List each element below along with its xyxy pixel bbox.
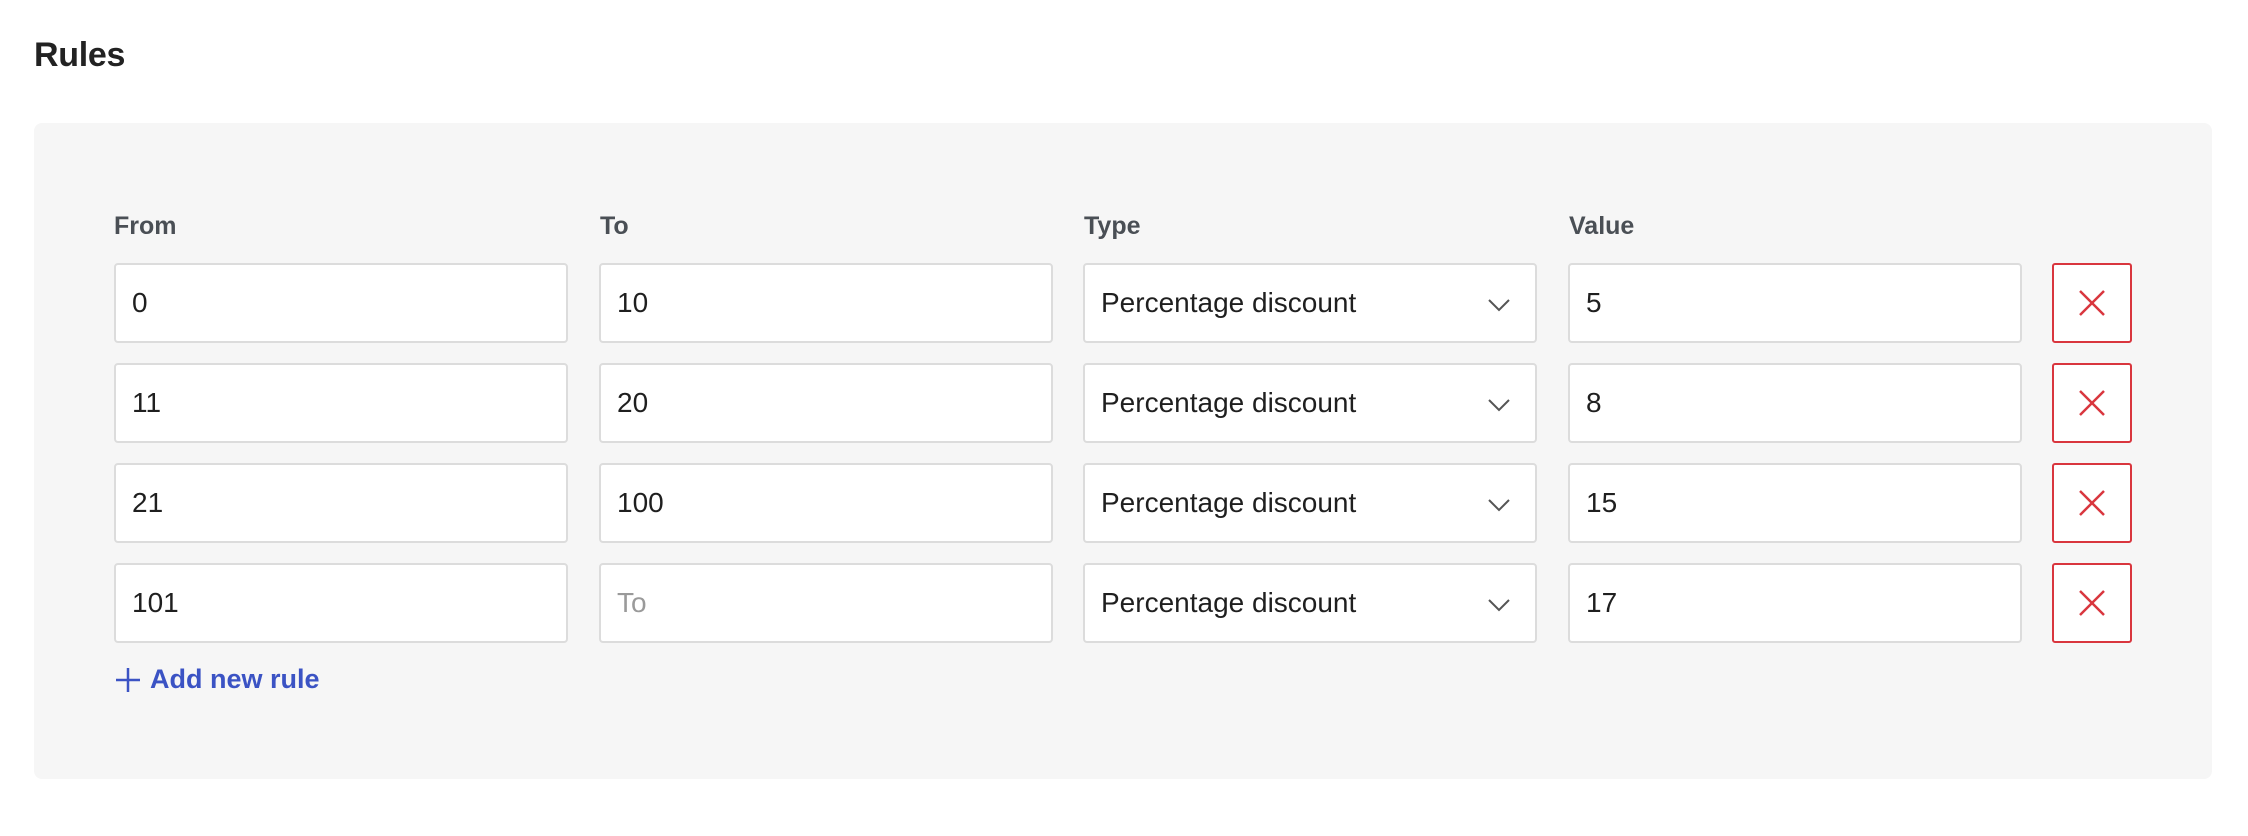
rule-type-selected: Percentage discount bbox=[1101, 287, 1357, 318]
rule-to-input[interactable] bbox=[599, 463, 1053, 543]
rule-type-select[interactable]: Percentage discount bbox=[1083, 363, 1537, 443]
header-from: From bbox=[114, 212, 177, 240]
remove-rule-button[interactable] bbox=[2052, 463, 2132, 543]
add-new-rule-label: Add new rule bbox=[150, 664, 320, 694]
rule-type-select[interactable]: Percentage discount bbox=[1083, 463, 1537, 543]
rule-from-input[interactable] bbox=[114, 263, 568, 343]
plus-icon bbox=[116, 667, 140, 692]
remove-rule-button[interactable] bbox=[2052, 263, 2132, 343]
rule-type-select[interactable]: Percentage discount bbox=[1083, 563, 1537, 643]
header-value: Value bbox=[1569, 212, 1635, 240]
rule-value-input[interactable] bbox=[1568, 463, 2022, 543]
add-new-rule-button[interactable]: Add new rule bbox=[114, 664, 320, 695]
rule-from-input[interactable] bbox=[114, 363, 568, 443]
rule-type-selected: Percentage discount bbox=[1101, 587, 1357, 618]
chevron-down-icon bbox=[1488, 399, 1510, 412]
rule-from-input[interactable] bbox=[114, 463, 568, 543]
rule-type-selected: Percentage discount bbox=[1101, 487, 1357, 518]
chevron-down-icon bbox=[1488, 299, 1510, 312]
rule-value-input[interactable] bbox=[1568, 363, 2022, 443]
rule-to-input[interactable] bbox=[599, 363, 1053, 443]
header-to: To bbox=[600, 212, 629, 240]
chevron-down-icon bbox=[1488, 599, 1510, 612]
rule-value-input[interactable] bbox=[1568, 563, 2022, 643]
close-icon bbox=[2079, 490, 2105, 516]
close-icon bbox=[2079, 390, 2105, 416]
rule-type-selected: Percentage discount bbox=[1101, 387, 1357, 418]
rule-to-input[interactable] bbox=[599, 563, 1053, 643]
rule-to-input[interactable] bbox=[599, 263, 1053, 343]
remove-rule-button[interactable] bbox=[2052, 363, 2132, 443]
rule-type-select[interactable]: Percentage discount bbox=[1083, 263, 1537, 343]
rule-value-input[interactable] bbox=[1568, 263, 2022, 343]
chevron-down-icon bbox=[1488, 499, 1510, 512]
close-icon bbox=[2079, 290, 2105, 316]
close-icon bbox=[2079, 590, 2105, 616]
remove-rule-button[interactable] bbox=[2052, 563, 2132, 643]
rule-from-input[interactable] bbox=[114, 563, 568, 643]
header-type: Type bbox=[1084, 212, 1141, 240]
page-title: Rules bbox=[34, 36, 126, 74]
